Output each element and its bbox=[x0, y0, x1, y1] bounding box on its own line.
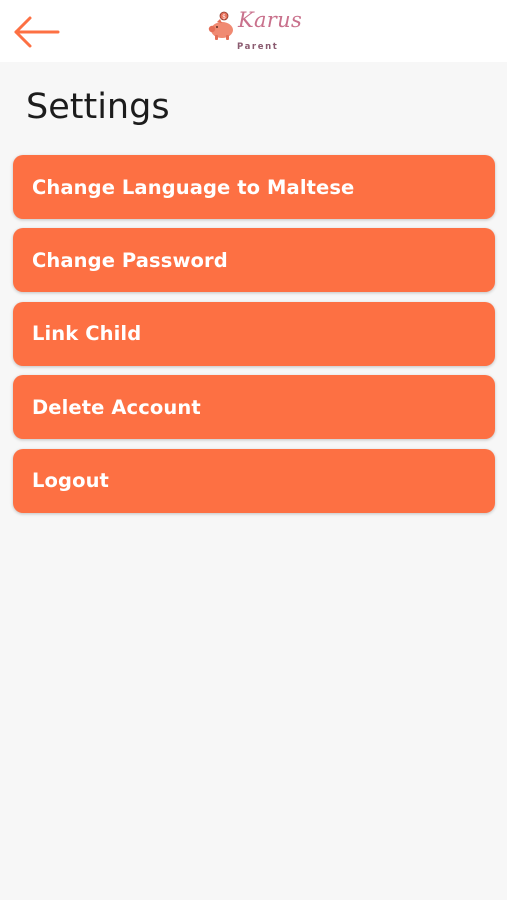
app-name: Karus bbox=[238, 8, 303, 32]
app-subtitle: Parent bbox=[237, 42, 279, 52]
arrow-left-icon bbox=[14, 16, 60, 48]
change-language-button[interactable]: Change Language to Maltese bbox=[13, 155, 495, 219]
back-button[interactable] bbox=[12, 12, 64, 52]
delete-account-button[interactable]: Delete Account bbox=[13, 375, 495, 440]
svg-text:$: $ bbox=[222, 14, 226, 21]
link-child-label: Link Child bbox=[32, 322, 142, 346]
top-app-bar: $ Karus Parent bbox=[0, 0, 507, 62]
change-password-button[interactable]: Change Password bbox=[13, 228, 495, 293]
app-logo: $ Karus Parent bbox=[208, 6, 308, 58]
link-child-button[interactable]: Link Child bbox=[13, 301, 495, 366]
page-title: Settings bbox=[26, 87, 170, 127]
logout-label: Logout bbox=[32, 469, 109, 493]
delete-account-label: Delete Account bbox=[32, 395, 201, 419]
piggy-bank-icon: $ bbox=[208, 11, 233, 40]
logout-button[interactable]: Logout bbox=[13, 448, 495, 513]
change-password-label: Change Password bbox=[32, 248, 228, 272]
change-language-label: Change Language to Maltese bbox=[32, 175, 355, 199]
settings-menu: Change Language to Maltese Change Passwo… bbox=[13, 155, 495, 522]
